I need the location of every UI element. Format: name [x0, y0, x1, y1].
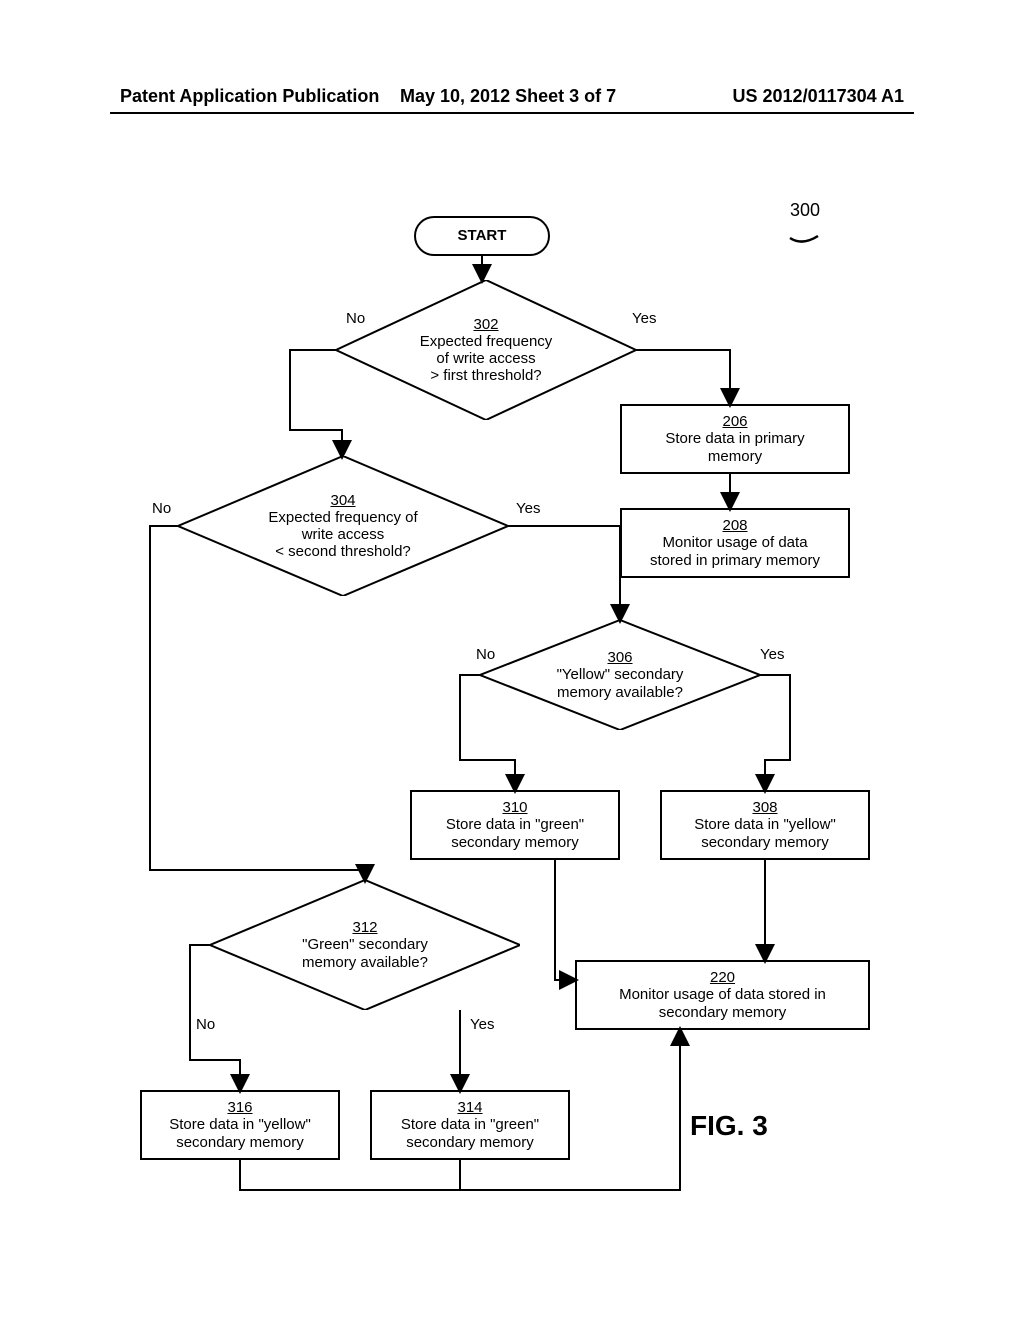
label-304-yes: Yes	[516, 500, 540, 517]
box-310: 310 Store data in "green" secondary memo…	[410, 790, 620, 860]
box-316-ref: 316	[227, 1099, 252, 1116]
figure-label: FIG. 3	[690, 1110, 768, 1142]
flowchart: 300 START 302 Expected frequency of writ…	[0, 0, 1024, 1320]
decision-302-text: Expected frequency of write access > fir…	[420, 333, 553, 385]
decision-304: 304 Expected frequency of write access <…	[178, 456, 508, 596]
box-314: 314 Store data in "green" secondary memo…	[370, 1090, 570, 1160]
decision-306-ref: 306	[607, 649, 632, 666]
box-206-ref: 206	[722, 413, 747, 430]
decision-312: 312 "Green" secondary memory available?	[210, 880, 520, 1010]
label-306-yes: Yes	[760, 646, 784, 663]
box-310-ref: 310	[502, 799, 527, 816]
box-206-text: Store data in primary memory	[665, 430, 804, 465]
box-308: 308 Store data in "yellow" secondary mem…	[660, 790, 870, 860]
box-220: 220 Monitor usage of data stored in seco…	[575, 960, 870, 1030]
box-308-text: Store data in "yellow" secondary memory	[694, 816, 836, 851]
decision-306: 306 "Yellow" secondary memory available?	[480, 620, 760, 730]
decision-302: 302 Expected frequency of write access >…	[336, 280, 636, 420]
label-304-no: No	[152, 500, 171, 517]
box-308-ref: 308	[752, 799, 777, 816]
start-label: START	[458, 227, 507, 244]
box-310-text: Store data in "green" secondary memory	[446, 816, 584, 851]
box-208-ref: 208	[722, 517, 747, 534]
label-306-no: No	[476, 646, 495, 663]
label-302-yes: Yes	[632, 310, 656, 327]
box-208: 208 Monitor usage of data stored in prim…	[620, 508, 850, 578]
label-302-no: No	[346, 310, 365, 327]
decision-304-text: Expected frequency of write access < sec…	[268, 509, 417, 561]
box-316: 316 Store data in "yellow" secondary mem…	[140, 1090, 340, 1160]
label-312-yes: Yes	[470, 1016, 494, 1033]
box-316-text: Store data in "yellow" secondary memory	[169, 1116, 311, 1151]
box-314-text: Store data in "green" secondary memory	[401, 1116, 539, 1151]
decision-306-text: "Yellow" secondary memory available?	[557, 666, 684, 701]
decision-304-ref: 304	[330, 492, 355, 509]
start-node: START	[414, 216, 550, 256]
page: Patent Application Publication May 10, 2…	[0, 0, 1024, 1320]
decision-312-ref: 312	[352, 919, 377, 936]
diagram-refnum: 300	[790, 200, 820, 221]
label-312-no: No	[196, 1016, 215, 1033]
box-314-ref: 314	[457, 1099, 482, 1116]
decision-302-ref: 302	[473, 316, 498, 333]
box-208-text: Monitor usage of data stored in primary …	[650, 534, 820, 569]
box-220-ref: 220	[710, 969, 735, 986]
box-206: 206 Store data in primary memory	[620, 404, 850, 474]
box-220-text: Monitor usage of data stored in secondar…	[619, 986, 826, 1021]
decision-312-text: "Green" secondary memory available?	[302, 936, 428, 971]
